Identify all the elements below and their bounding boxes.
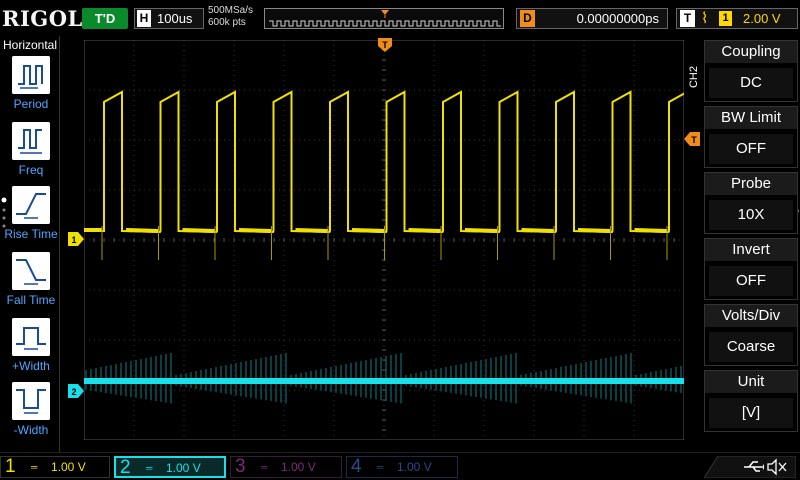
invert-menu-item[interactable]: Invert OFF	[704, 238, 798, 300]
trigger-box[interactable]: T ⌇ 1 2.00 V	[676, 8, 798, 29]
ch1-scale: 1.00 V	[51, 460, 86, 474]
bw-limit-title: BW Limit	[705, 107, 797, 129]
freq-icon	[12, 122, 50, 160]
probe-value: 10X	[709, 200, 793, 230]
ch3-status[interactable]: 3 ═ 1.00 V	[230, 456, 342, 478]
dc-coupling-icon: ═	[261, 462, 268, 472]
ch4-scale: 1.00 V	[397, 460, 432, 474]
trigger-source: 1	[719, 11, 732, 26]
negative-width-icon	[12, 382, 50, 420]
channel-status-bar: 1 ═ 1.00 V 2 ═ 1.00 V 3 ═ 1.00 V 4 ═ 1.0…	[0, 452, 800, 480]
ch1-status[interactable]: 1 ═ 1.00 V	[0, 456, 110, 478]
period-icon	[12, 56, 50, 94]
bw-limit-menu-item[interactable]: BW Limit OFF	[704, 106, 798, 168]
trigger-level-marker[interactable]: T	[684, 132, 700, 146]
top-status-bar: RIGOL T'D H 100us 500MSa/s 600k pts D 0.…	[0, 0, 800, 36]
measure-negative-width-button[interactable]: -Width	[0, 382, 62, 437]
rise-time-label: Rise Time	[4, 227, 58, 241]
trigger-position-marker[interactable]: T	[378, 38, 392, 56]
ch2-status[interactable]: 2 ═ 1.00 V	[114, 456, 226, 478]
positive-width-label: +Width	[12, 359, 50, 373]
ch1-number: 1	[5, 456, 16, 477]
ch1-marker-label: 1	[71, 235, 76, 245]
unit-value: [V]	[709, 398, 793, 428]
dc-coupling-icon: ═	[377, 462, 384, 472]
ch4-number: 4	[351, 456, 362, 477]
horizontal-timebase-box[interactable]: H 100us	[134, 8, 204, 29]
memory-depth: 600k pts	[208, 17, 246, 28]
ch2-offset-marker[interactable]: 2	[68, 384, 84, 398]
delay-value: 0.00000000ps	[576, 11, 659, 26]
measure-rise-time-button[interactable]: Rise Time	[0, 186, 62, 241]
acquisition-info: 500MSa/s 600k pts	[208, 5, 253, 29]
ch2-marker-label: 2	[71, 387, 76, 397]
coupling-menu-item[interactable]: Coupling ◀ DC	[704, 40, 798, 102]
probe-title: Probe	[705, 173, 797, 195]
timebase-value: 100us	[157, 11, 193, 26]
delay-box[interactable]: D 0.00000000ps	[516, 8, 668, 29]
measure-positive-width-button[interactable]: +Width	[0, 318, 62, 373]
unit-title: Unit	[705, 371, 797, 393]
usb-sound-status	[704, 456, 796, 478]
measure-menu-title: Horizontal	[2, 38, 58, 52]
brand-logo: RIGOL	[2, 6, 83, 31]
volts-div-menu-item[interactable]: Volts/Div Coarse	[704, 304, 798, 366]
delay-tag: D	[520, 10, 535, 27]
trigger-tag: T	[680, 10, 695, 27]
fall-time-icon	[12, 252, 50, 290]
left-scroll-indicator	[1, 197, 7, 228]
trigger-level-marker-label: T	[691, 135, 697, 145]
horizontal-tag: H	[137, 10, 151, 27]
invert-value: OFF	[709, 266, 793, 296]
run-status-badge[interactable]: T'D	[82, 8, 128, 29]
bw-limit-value: OFF	[709, 134, 793, 164]
invert-title: Invert	[705, 239, 797, 261]
rise-time-icon	[12, 186, 50, 224]
measure-freq-button[interactable]: Freq	[0, 122, 62, 177]
ch2-scale: 1.00 V	[166, 461, 201, 475]
unit-menu-item[interactable]: Unit ◀ [V]	[704, 370, 798, 432]
period-label: Period	[13, 97, 49, 111]
rising-edge-icon: ⌇	[701, 10, 709, 27]
channel-menu: Coupling ◀ DC BW Limit OFF Probe ◀ 10X I…	[700, 38, 800, 452]
ch3-number: 3	[235, 456, 246, 477]
measure-menu: Horizontal Period Freq Rise Time Fall Ti…	[0, 36, 60, 452]
freq-label: Freq	[18, 163, 44, 177]
measure-period-button[interactable]: Period	[0, 56, 62, 111]
positive-width-icon	[12, 318, 50, 356]
ch2-number: 2	[120, 457, 131, 478]
volts-div-value: Coarse	[709, 332, 793, 362]
trigger-level: 2.00 V	[743, 11, 781, 26]
negative-width-label: -Width	[13, 423, 49, 437]
coupling-title: Coupling	[705, 41, 797, 63]
ch3-scale: 1.00 V	[281, 460, 316, 474]
measure-fall-time-button[interactable]: Fall Time	[0, 252, 62, 307]
coupling-value: DC	[709, 68, 793, 98]
trigger-marker-label: T	[382, 40, 388, 50]
memory-overview-bar[interactable]	[264, 8, 504, 29]
volts-div-title: Volts/Div	[705, 305, 797, 327]
ch4-status[interactable]: 4 ═ 1.00 V	[346, 456, 458, 478]
waveform-display[interactable]	[84, 40, 684, 440]
probe-menu-item[interactable]: Probe ◀ 10X	[704, 172, 798, 234]
memory-waveform-icon	[269, 10, 501, 27]
fall-time-label: Fall Time	[6, 293, 56, 307]
ch1-offset-marker[interactable]: 1	[68, 232, 84, 246]
sample-rate: 500MSa/s	[208, 5, 254, 16]
dc-coupling-icon: ═	[146, 463, 153, 473]
dc-coupling-icon: ═	[31, 462, 38, 472]
